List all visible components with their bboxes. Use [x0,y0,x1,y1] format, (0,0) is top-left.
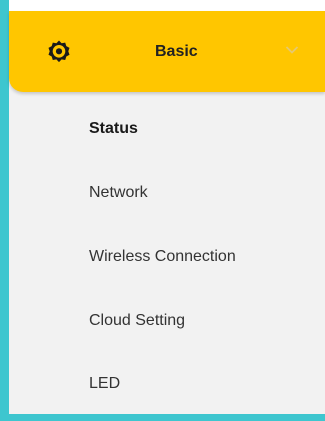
frame-border [0,0,9,421]
menu-item-wireless-connection[interactable]: Wireless Connection [9,235,325,279]
menu-section-label: Basic [155,43,198,60]
menu-item-status[interactable]: Status [9,107,325,151]
chevron-down-icon[interactable] [285,45,299,55]
sidebar-menu: Basic Status Network Wireless Connection… [9,11,325,414]
menu-item-label: Network [89,184,148,201]
frame-border [0,414,325,421]
navigation-panel: Basic Status Network Wireless Connection… [0,0,325,421]
menu-item-label: LED [89,375,121,392]
menu-item-led[interactable]: LED [9,362,325,406]
menu-item-label: Wireless Connection [89,248,236,265]
gear-icon [48,40,70,63]
menu-item-label: Status [89,120,138,137]
menu-item-cloud-setting[interactable]: Cloud Setting [9,299,325,343]
menu-section-basic[interactable]: Basic [9,11,325,92]
menu-item-label: Cloud Setting [89,312,186,329]
menu-item-network[interactable]: Network [9,171,325,215]
